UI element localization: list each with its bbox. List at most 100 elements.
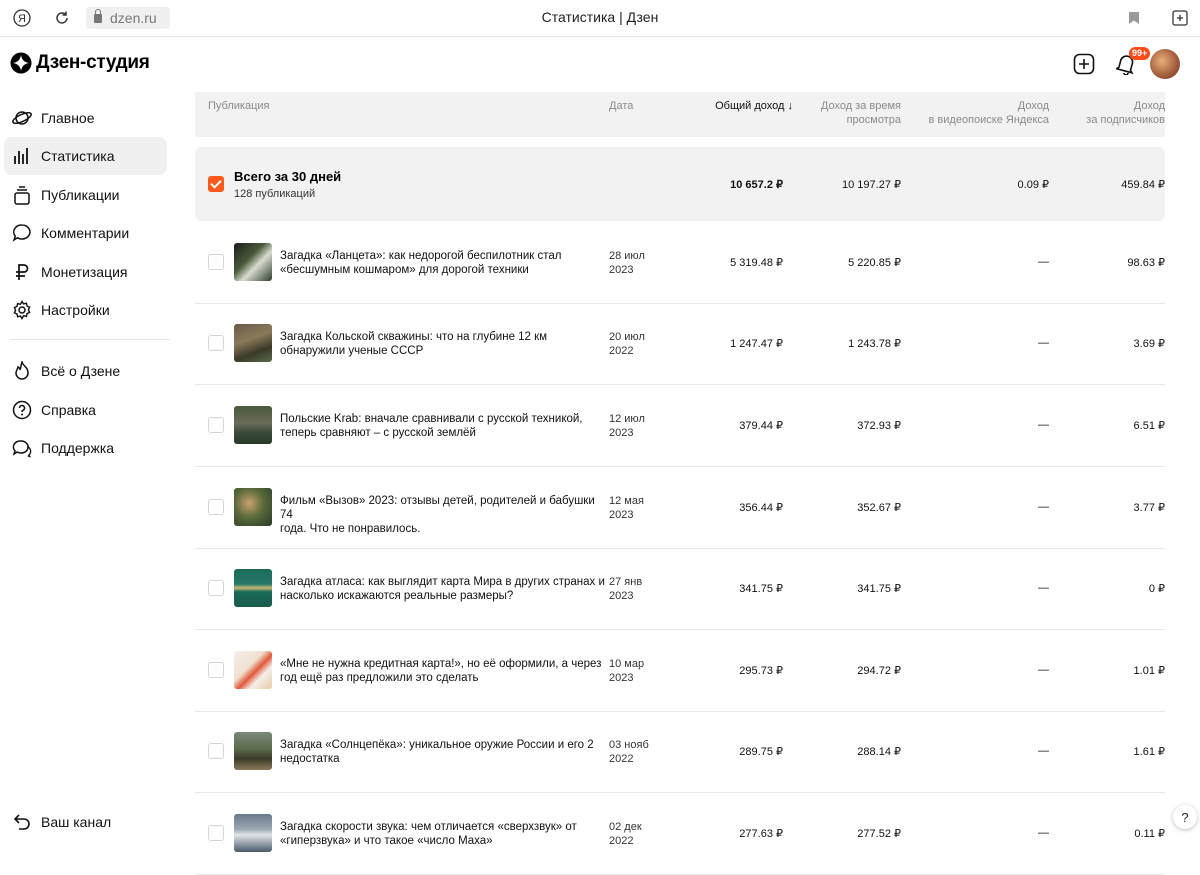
date-line: 2023 [609,672,634,684]
row-watch-income: 341.75 ₽ [857,583,901,595]
extensions-icon[interactable] [1170,8,1190,28]
nav-item-help[interactable]: Справка [4,391,167,429]
header-video-income[interactable]: Доход в видеопоиске Яндекса [929,99,1049,127]
publication-date: 28 июл 2023 [609,249,669,277]
avatar[interactable] [1150,49,1180,79]
nav-item-main[interactable]: Главное [4,99,167,137]
row-video-income: — [1038,664,1049,676]
row-watch-income: 1 243.78 ₽ [848,338,901,350]
row-total-income: 341.75 ₽ [739,583,783,595]
title-line: Загадка атласа: как выглядит карта Мира … [280,576,605,588]
create-button[interactable] [1069,49,1099,79]
publication-title[interactable]: «Мне не нужна кредитная карта!», но её о… [280,657,605,685]
publication-thumbnail[interactable] [234,651,272,689]
publication-date: 03 нояб 2022 [609,738,669,766]
row-watch-income: 352.67 ₽ [857,502,901,514]
nav-label: Главное [41,110,95,126]
fire-icon [11,360,33,382]
publication-title[interactable]: Загадка скорости звука: чем отличается «… [280,820,605,848]
table-row[interactable]: Польские Krab: вначале сравнивали с русс… [195,385,1165,467]
publication-date: 02 дек 2022 [609,820,669,848]
title-line: года. Что не понравилось. [280,523,421,535]
row-checkbox[interactable] [208,254,224,270]
row-checkbox[interactable] [208,580,224,596]
header-publication[interactable]: Публикация [208,99,269,113]
title-line: «Мне не нужна кредитная карта!», но её о… [280,658,602,670]
row-video-income: — [1038,582,1049,594]
row-checkbox[interactable] [208,825,224,841]
publication-title[interactable]: Загадка «Солнцепёка»: уникальное оружие … [280,738,605,766]
row-video-income: — [1038,256,1049,268]
ruble-icon [11,261,33,283]
help-button[interactable]: ? [1173,805,1197,829]
publication-thumbnail[interactable] [234,324,272,362]
total-subtitle: 128 публикаций [234,188,316,200]
stats-icon [11,145,33,167]
date-line: 2022 [609,753,634,765]
dzen-logo-icon [10,52,32,74]
row-total-income: 289.75 ₽ [739,746,783,758]
nav-item-your-channel[interactable]: Ваш канал [4,803,167,841]
header-date[interactable]: Дата [609,99,633,113]
total-title: Всего за 30 дней [234,169,342,184]
row-total-income: 356.44 ₽ [739,502,783,514]
table-row[interactable]: Загадка «Ланцета»: как недорогой беспило… [195,222,1165,304]
row-checkbox[interactable] [208,335,224,351]
publication-thumbnail[interactable] [234,732,272,770]
select-all-checkbox[interactable] [208,176,224,192]
publication-thumbnail[interactable] [234,814,272,852]
publication-title[interactable]: Польские Krab: вначале сравнивали с русс… [280,412,605,440]
publication-title[interactable]: Загадка «Ланцета»: как недорогой беспило… [280,249,605,277]
row-checkbox[interactable] [208,417,224,433]
publication-thumbnail[interactable] [234,406,272,444]
nav-item-about-dzen[interactable]: Всё о Дзене [4,352,167,390]
header-line: просмотра [846,114,901,126]
gear-icon [11,299,33,321]
publication-date: 12 мая 2023 [609,494,669,522]
publication-thumbnail[interactable] [234,569,272,607]
row-watch-income: 277.52 ₽ [857,828,901,840]
row-checkbox[interactable] [208,662,224,678]
table-row[interactable]: Загадка Кольской скважины: что на глубин… [195,303,1165,385]
table-row[interactable]: Загадка скорости звука: чем отличается «… [195,793,1165,875]
title-line: теперь сравняют – с русской землёй [280,427,476,439]
nav-label: Публикации [41,187,120,203]
publications-icon [11,184,33,206]
row-total-income: 1 247.47 ₽ [730,338,783,350]
publication-thumbnail[interactable] [234,243,272,281]
nav-label: Монетизация [41,264,128,280]
header-watch-income[interactable]: Доход за время просмотра [821,99,901,127]
row-video-income: — [1038,827,1049,839]
nav-item-publications[interactable]: Публикации [4,176,167,214]
row-checkbox[interactable] [208,499,224,515]
header-total-income[interactable]: Общий доход ↓ [715,99,793,113]
table-row[interactable]: Загадка «Солнцепёка»: уникальное оружие … [195,711,1165,793]
header-subscriber-income[interactable]: Доход за подписчиков [1086,99,1165,127]
row-subscriber-income: 3.77 ₽ [1133,502,1165,514]
date-line: 12 мая [609,495,644,507]
title-line: «гиперзвука» и что такое «число Маха» [280,835,493,847]
dzen-studio-logo[interactable]: Дзен-студия [10,52,150,74]
table-row[interactable]: Загадка атласа: как выглядит карта Мира … [195,548,1165,630]
publication-title[interactable]: Загадка Кольской скважины: что на глубин… [280,330,605,358]
nav-item-support[interactable]: Поддержка [4,429,167,467]
publication-date: 10 мар 2023 [609,657,669,685]
publication-title[interactable]: Фильм «Вызов» 2023: отзывы детей, родите… [280,494,605,536]
date-line: 2023 [609,427,634,439]
nav-label: Комментарии [41,225,130,241]
date-line: 20 июл [609,331,645,343]
publication-title[interactable]: Загадка атласа: как выглядит карта Мира … [280,575,605,603]
row-checkbox[interactable] [208,743,224,759]
date-line: 28 июл [609,250,645,262]
publication-thumbnail[interactable] [234,488,272,526]
nav-item-statistics[interactable]: Статистика [4,137,167,175]
nav-item-comments[interactable]: Комментарии [4,214,167,252]
table-row[interactable]: Фильм «Вызов» 2023: отзывы детей, родите… [195,467,1165,549]
title-line: год ещё раз предложили это сделать [280,672,479,684]
nav-item-monetization[interactable]: Монетизация [4,253,167,291]
row-subscriber-income: 0.11 ₽ [1134,828,1165,840]
table-row[interactable]: «Мне не нужна кредитная карта!», но её о… [195,630,1165,712]
bookmark-icon[interactable] [1124,8,1144,28]
logo-text: Дзен-студия [36,52,150,73]
nav-item-settings[interactable]: Настройки [4,291,167,329]
